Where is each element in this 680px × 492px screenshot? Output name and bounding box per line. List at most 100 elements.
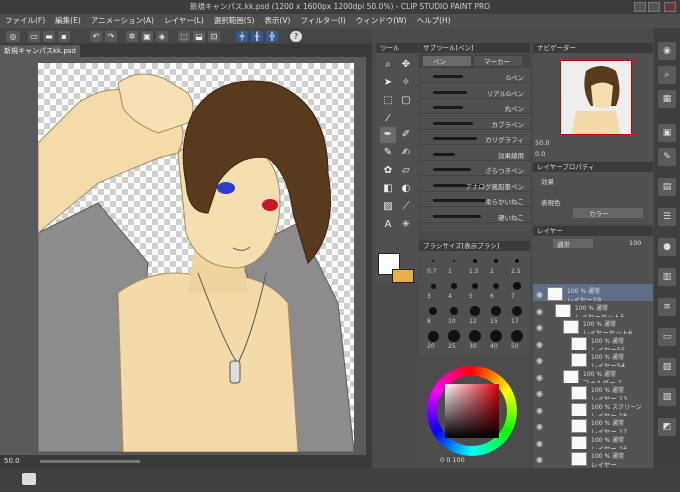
selection-tool-icon[interactable]: ⬚ <box>380 93 396 109</box>
visibility-eye-icon[interactable]: ◉ <box>536 406 543 415</box>
brush-item[interactable]: カリグラフィ <box>419 132 530 145</box>
sub-view-icon[interactable]: ▭ <box>658 328 676 346</box>
maximize-button[interactable] <box>648 2 660 12</box>
layer-row[interactable]: ◉ 100 % 通常 レイヤー <box>533 449 653 468</box>
operation-tool-icon[interactable]: ➤ <box>380 75 396 91</box>
visibility-eye-icon[interactable]: ◉ <box>536 389 543 398</box>
material-image-icon[interactable]: ▨ <box>658 358 676 376</box>
brush-item[interactable]: 丸ペン <box>419 101 530 114</box>
visibility-eye-icon[interactable]: ◉ <box>536 439 543 448</box>
opacity-readout[interactable]: 100 <box>629 239 641 247</box>
visibility-eye-icon[interactable]: ◉ <box>536 356 543 365</box>
brush-item[interactable]: 硬いねこ <box>419 210 530 223</box>
brush-size-dot[interactable] <box>514 258 520 264</box>
menu-edit[interactable]: 編集(E) <box>50 14 86 28</box>
layer-search-icon[interactable]: ⌕ <box>658 66 676 84</box>
timeline-icon[interactable] <box>22 473 36 485</box>
crop-icon[interactable]: ⊡ <box>208 31 220 42</box>
visibility-eye-icon[interactable]: ◉ <box>536 422 543 431</box>
zoom-tool-icon[interactable]: ⌕ <box>380 57 396 73</box>
text-tool-icon[interactable]: A <box>380 217 396 233</box>
document-tab[interactable]: 新規キャンパスkk.psd <box>0 45 80 57</box>
blend-tool-icon[interactable]: ◐ <box>398 181 414 197</box>
material-3d-icon[interactable]: ◩ <box>658 418 676 436</box>
history-icon[interactable]: ≡ <box>658 298 676 316</box>
snap-ruler-icon[interactable]: ╪ <box>236 31 248 42</box>
brush-item[interactable]: Gペン <box>419 70 530 83</box>
balloon-tool-icon[interactable]: ✳ <box>398 217 414 233</box>
brush-size-dot[interactable] <box>427 330 439 342</box>
close-button[interactable] <box>664 2 676 12</box>
eyedropper-icon[interactable]: ⁄ <box>380 111 396 127</box>
tool-property-icon[interactable]: ☰ <box>658 208 676 226</box>
minimize-button[interactable] <box>634 2 646 12</box>
brush-size-dot[interactable] <box>513 282 521 290</box>
airbrush-tool-icon[interactable]: ✍ <box>398 145 414 161</box>
canvas[interactable] <box>38 63 354 452</box>
navigator-icon[interactable]: ◉ <box>658 42 676 60</box>
menu-help[interactable]: ヘルプ(H) <box>412 14 456 28</box>
visibility-eye-icon[interactable]: ◉ <box>536 290 543 299</box>
zoom-slider[interactable] <box>40 460 140 463</box>
pencil-tool-icon[interactable]: ✐ <box>398 127 414 143</box>
layer-property-icon[interactable]: ▣ <box>658 124 676 142</box>
brush-size-dot[interactable] <box>511 330 523 342</box>
clear-icon[interactable]: ✲ <box>126 31 138 42</box>
brush-size-dot[interactable] <box>469 330 481 342</box>
redo-icon[interactable]: ↷ <box>105 31 117 42</box>
material-pattern-icon[interactable]: ▧ <box>658 388 676 406</box>
visibility-eye-icon[interactable]: ◉ <box>536 340 543 349</box>
transform-icon[interactable]: ▣ <box>141 31 153 42</box>
visibility-eye-icon[interactable]: ◉ <box>536 307 543 316</box>
menu-window[interactable]: ウィンドウ(W) <box>351 14 412 28</box>
brush-size-dot[interactable] <box>490 330 502 342</box>
expression-color-select[interactable]: カラー <box>573 208 643 218</box>
move-layer-icon[interactable]: ✧ <box>398 75 414 91</box>
brush-size-icon[interactable]: ● <box>658 238 676 256</box>
move-tool-icon[interactable]: ✥ <box>398 57 414 73</box>
clip-studio-icon[interactable]: ◎ <box>6 31 20 42</box>
undo-icon[interactable]: ↶ <box>90 31 102 42</box>
visibility-eye-icon[interactable]: ◉ <box>536 373 543 382</box>
decoration-tool-icon[interactable]: ✿ <box>380 163 396 179</box>
blend-mode-select[interactable]: 通常 <box>553 239 593 249</box>
canvas-area[interactable] <box>0 57 372 455</box>
visibility-eye-icon[interactable]: ◉ <box>536 323 543 332</box>
lasso-tool-icon[interactable]: ▢ <box>398 93 414 109</box>
tab-pen[interactable]: ペン <box>423 56 471 66</box>
pen-tool-icon[interactable]: ✒ <box>380 127 396 143</box>
menu-filter[interactable]: フィルター(I) <box>295 14 350 28</box>
color-set-icon[interactable]: ▥ <box>658 268 676 286</box>
brush-item[interactable]: 効果線用 <box>419 148 530 161</box>
brush-item[interactable]: 柔らかいねこ <box>419 194 530 207</box>
brush-size-dot[interactable] <box>449 306 459 316</box>
menu-animation[interactable]: アニメーション(A) <box>86 14 159 28</box>
visibility-eye-icon[interactable]: ◉ <box>536 455 543 464</box>
deselect-icon[interactable]: ⬚ <box>178 31 190 42</box>
figure-tool-icon[interactable]: ⟋ <box>398 199 414 215</box>
brush-item[interactable]: ざらつきペン <box>419 163 530 176</box>
brush-item[interactable]: カブラペン <box>419 117 530 130</box>
sub-color-swatch[interactable] <box>392 269 414 283</box>
brush-size-dot[interactable] <box>473 259 477 263</box>
brush-size-dot[interactable] <box>451 283 457 289</box>
save-icon[interactable]: ▪ <box>58 31 70 42</box>
brush-size-dot[interactable] <box>471 282 479 290</box>
brush-item[interactable]: リアルGペン <box>419 86 530 99</box>
navigator-preview[interactable] <box>560 60 632 135</box>
brush-size-dot[interactable] <box>491 306 501 316</box>
item-bank-icon[interactable]: ▦ <box>658 90 676 108</box>
invert-selection-icon[interactable]: ⬓ <box>193 31 205 42</box>
brush-size-dot[interactable] <box>430 283 436 289</box>
new-file-icon[interactable]: ▭ <box>28 31 40 42</box>
brush-size-dot[interactable] <box>452 259 456 263</box>
color-slider-icon[interactable]: ▤ <box>658 178 676 196</box>
fill-tool-icon[interactable]: ◧ <box>380 181 396 197</box>
brush-size-dot[interactable] <box>448 330 460 342</box>
fill-icon[interactable]: ◈ <box>156 31 168 42</box>
snap-special-ruler-icon[interactable]: ╫ <box>251 31 263 42</box>
menu-layer[interactable]: レイヤー(L) <box>159 14 209 28</box>
gradient-tool-icon[interactable]: ▨ <box>380 199 396 215</box>
snap-grid-icon[interactable]: ╬ <box>266 31 278 42</box>
tab-marker[interactable]: マーカー <box>474 56 522 66</box>
